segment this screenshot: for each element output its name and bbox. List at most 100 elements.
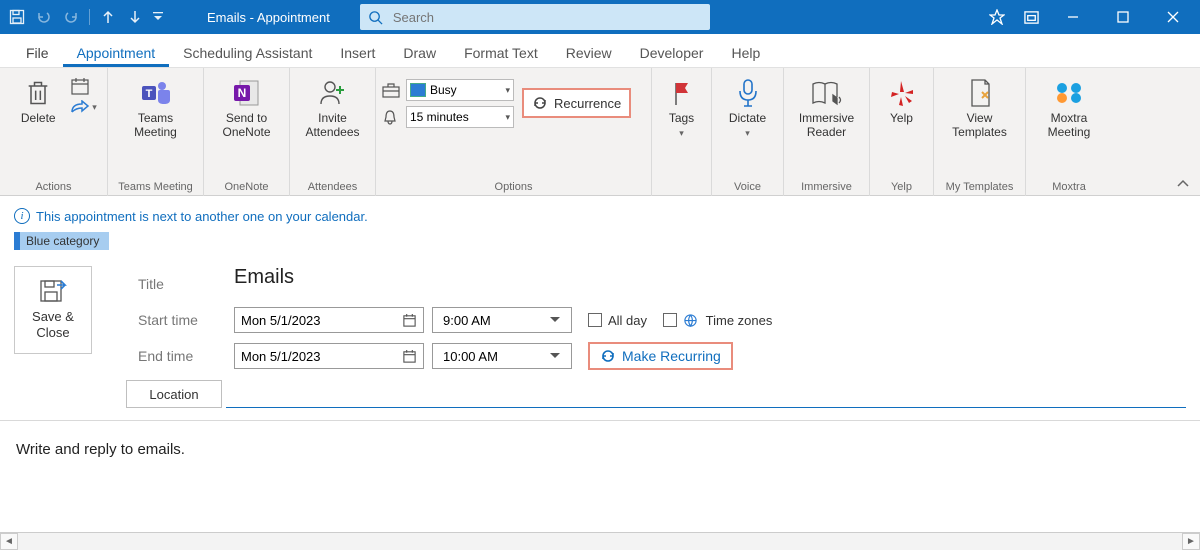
tab-draw[interactable]: Draw [389,37,450,67]
tab-format-text[interactable]: Format Text [450,37,552,67]
end-date-input[interactable]: Mon 5/1/2023 [234,343,424,369]
all-day-label: All day [608,313,647,328]
recurrence-label: Recurrence [554,96,621,111]
calendar-icon[interactable] [402,313,417,328]
info-icon: i [14,208,30,224]
search-box[interactable] [360,4,710,30]
coming-soon-icon[interactable] [982,4,1012,30]
add-person-icon [316,76,350,110]
view-templates-button[interactable]: View Templates [940,72,1020,178]
search-input[interactable] [391,9,702,26]
group-voice: Dictate ▾ Voice [712,68,784,196]
teams-meeting-label: Teams Meeting [134,112,177,140]
group-label-templates: My Templates [940,178,1019,196]
start-time-label: Start time [118,302,228,338]
save-icon[interactable] [4,4,30,30]
ribbon: Delete ▾ Actions T Teams Meeting Teams M… [0,68,1200,196]
location-input[interactable] [226,380,1186,408]
next-item-icon[interactable] [122,4,148,30]
tab-insert[interactable]: Insert [326,37,389,67]
group-label-voice: Voice [718,178,777,196]
save-close-icon [39,279,67,305]
minimize-button[interactable] [1050,4,1096,30]
chevron-down-icon[interactable] [549,352,561,360]
collapse-ribbon-icon[interactable] [1176,179,1190,189]
horizontal-scrollbar[interactable]: ◄ ► [0,532,1200,550]
appointment-form: Save & Close Title Start time End time E… [0,258,1200,374]
all-day-checkbox[interactable]: All day [588,313,647,328]
bell-icon [382,109,404,125]
group-immersive: Immersive Reader Immersive [784,68,870,196]
template-icon [963,76,997,110]
title-value[interactable]: Emails [234,266,1186,302]
recurrence-icon [600,348,616,364]
tab-help[interactable]: Help [717,37,774,67]
group-actions: Delete ▾ Actions [0,68,108,196]
ribbon-display-icon[interactable] [1016,4,1046,30]
start-time-input[interactable]: 9:00 AM [432,307,572,333]
start-date-value: Mon 5/1/2023 [241,313,321,328]
tab-file[interactable]: File [12,37,63,67]
start-date-input[interactable]: Mon 5/1/2023 [234,307,424,333]
make-recurring-button[interactable]: Make Recurring [588,342,733,370]
category-chip[interactable]: Blue category [14,232,109,250]
onenote-label: Send to OneNote [222,112,270,140]
invite-attendees-button[interactable]: Invite Attendees [296,72,370,178]
trash-icon [21,76,55,110]
delete-button[interactable]: Delete [10,72,66,178]
start-time-row: Mon 5/1/2023 9:00 AM All day Time zones [234,302,1186,338]
chevron-down-icon[interactable] [549,316,561,324]
maximize-button[interactable] [1100,4,1146,30]
location-button[interactable]: Location [126,380,222,408]
group-tags: Tags ▾ [652,68,712,196]
end-time-input[interactable]: 10:00 AM [432,343,572,369]
close-button[interactable] [1150,4,1196,30]
show-as-select[interactable]: Busy ▾ [406,79,514,101]
tags-button[interactable]: Tags ▾ [658,72,706,178]
appointment-body[interactable]: Write and reply to emails. [0,420,1200,458]
teams-meeting-button[interactable]: T Teams Meeting [114,72,198,178]
redo-icon[interactable] [58,4,84,30]
calendar-small-icon[interactable] [70,76,97,96]
dictate-button[interactable]: Dictate ▾ [718,72,778,178]
moxtra-label: Moxtra Meeting [1048,112,1091,140]
microphone-icon [731,76,765,110]
field-labels: Title Start time End time [118,266,228,374]
calendar-icon[interactable] [402,349,417,364]
field-values: Emails Mon 5/1/2023 9:00 AM All day Time… [234,266,1186,374]
scroll-left-icon[interactable]: ◄ [0,533,18,550]
prev-item-icon[interactable] [95,4,121,30]
group-options: Busy ▾ 15 minutes ▾ Recurrence Options [376,68,652,196]
forward-small-button[interactable]: ▾ [70,100,97,114]
reminder-select[interactable]: 15 minutes ▾ [406,106,514,128]
window-title: Emails - Appointment [207,10,330,25]
make-recurring-label: Make Recurring [622,348,721,364]
group-label-tags [658,178,705,196]
yelp-button[interactable]: Yelp [876,72,928,178]
time-zones-checkbox[interactable]: Time zones [663,313,772,328]
yelp-label: Yelp [890,112,913,126]
info-text: This appointment is next to another one … [36,209,368,224]
attendees-label: Invite Attendees [305,112,359,140]
scroll-right-icon[interactable]: ► [1182,533,1200,550]
tab-scheduling-assistant[interactable]: Scheduling Assistant [169,37,326,67]
tab-appointment[interactable]: Appointment [63,37,170,67]
group-teams-meeting: T Teams Meeting Teams Meeting [108,68,204,196]
flag-icon [665,76,699,110]
moxtra-meeting-button[interactable]: Moxtra Meeting [1032,72,1106,178]
delete-label: Delete [21,112,56,126]
recurrence-icon [532,95,548,111]
qat-customize-icon[interactable] [149,4,167,30]
save-and-close-button[interactable]: Save & Close [14,266,92,354]
recurrence-button[interactable]: Recurrence [522,88,631,118]
send-to-onenote-button[interactable]: N Send to OneNote [210,72,284,178]
undo-icon[interactable] [31,4,57,30]
tab-developer[interactable]: Developer [626,37,718,67]
time-zones-label: Time zones [706,313,773,328]
moxtra-icon [1052,76,1086,110]
immersive-reader-button[interactable]: Immersive Reader [790,72,864,178]
tab-review[interactable]: Review [552,37,626,67]
group-label-yelp: Yelp [876,178,927,196]
body-text: Write and reply to emails. [16,441,185,458]
svg-text:N: N [237,86,246,100]
